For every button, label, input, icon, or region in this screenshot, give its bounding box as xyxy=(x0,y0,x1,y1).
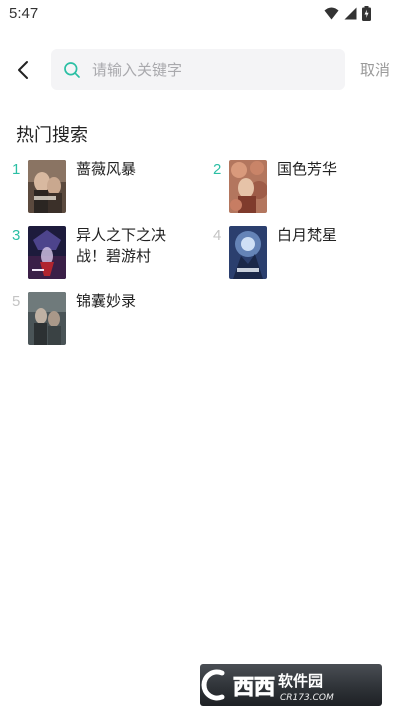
item-title: 蔷薇风暴 xyxy=(76,160,137,178)
hot-search-title: 热门搜索 xyxy=(16,125,88,146)
item-title: 锦囊妙录 xyxy=(76,292,137,310)
svg-text:西西: 西西 xyxy=(233,675,275,699)
poster-thumbnail xyxy=(229,226,267,279)
hot-search-item-1[interactable]: 1 蔷薇风暴 xyxy=(12,160,202,217)
battery-charging-icon xyxy=(362,6,371,21)
rank-number: 4 xyxy=(213,227,222,244)
poster-thumbnail xyxy=(28,292,66,345)
chevron-left-icon xyxy=(18,61,28,79)
rank-number: 2 xyxy=(213,161,222,178)
search-input[interactable] xyxy=(92,60,322,79)
item-title: 国色芳华 xyxy=(277,160,338,178)
poster-thumbnail xyxy=(28,160,66,213)
hot-search-item-5[interactable]: 5 锦囊妙录 xyxy=(12,292,202,349)
status-icons xyxy=(324,6,371,21)
hot-search-item-2[interactable]: 2 国色芳华 xyxy=(213,160,401,217)
rank-number: 1 xyxy=(12,161,21,178)
poster-thumbnail xyxy=(28,226,66,279)
item-title: 白月梵星 xyxy=(277,226,338,244)
rank-number: 3 xyxy=(12,227,21,244)
svg-text:CR173.COM: CR173.COM xyxy=(280,693,334,703)
back-button[interactable] xyxy=(10,55,36,85)
search-icon xyxy=(63,61,81,79)
rank-number: 5 xyxy=(12,293,21,310)
hot-search-item-4[interactable]: 4 白月梵星 xyxy=(213,226,401,283)
search-box[interactable] xyxy=(51,49,345,90)
poster-thumbnail xyxy=(229,160,267,213)
svg-text:软件园: 软件园 xyxy=(278,672,323,690)
status-bar: 5:47 xyxy=(0,0,401,28)
hot-search-item-3[interactable]: 3 异人之下之决战！碧游村 xyxy=(12,226,202,283)
watermark-logo: 西西 软件园 CR173.COM xyxy=(200,664,382,706)
cellular-signal-icon xyxy=(344,7,357,20)
wifi-icon xyxy=(324,7,339,20)
status-time: 5:47 xyxy=(9,5,39,22)
cancel-button[interactable]: 取消 xyxy=(360,59,390,80)
item-title: 异人之下之决战！碧游村 xyxy=(76,226,167,265)
